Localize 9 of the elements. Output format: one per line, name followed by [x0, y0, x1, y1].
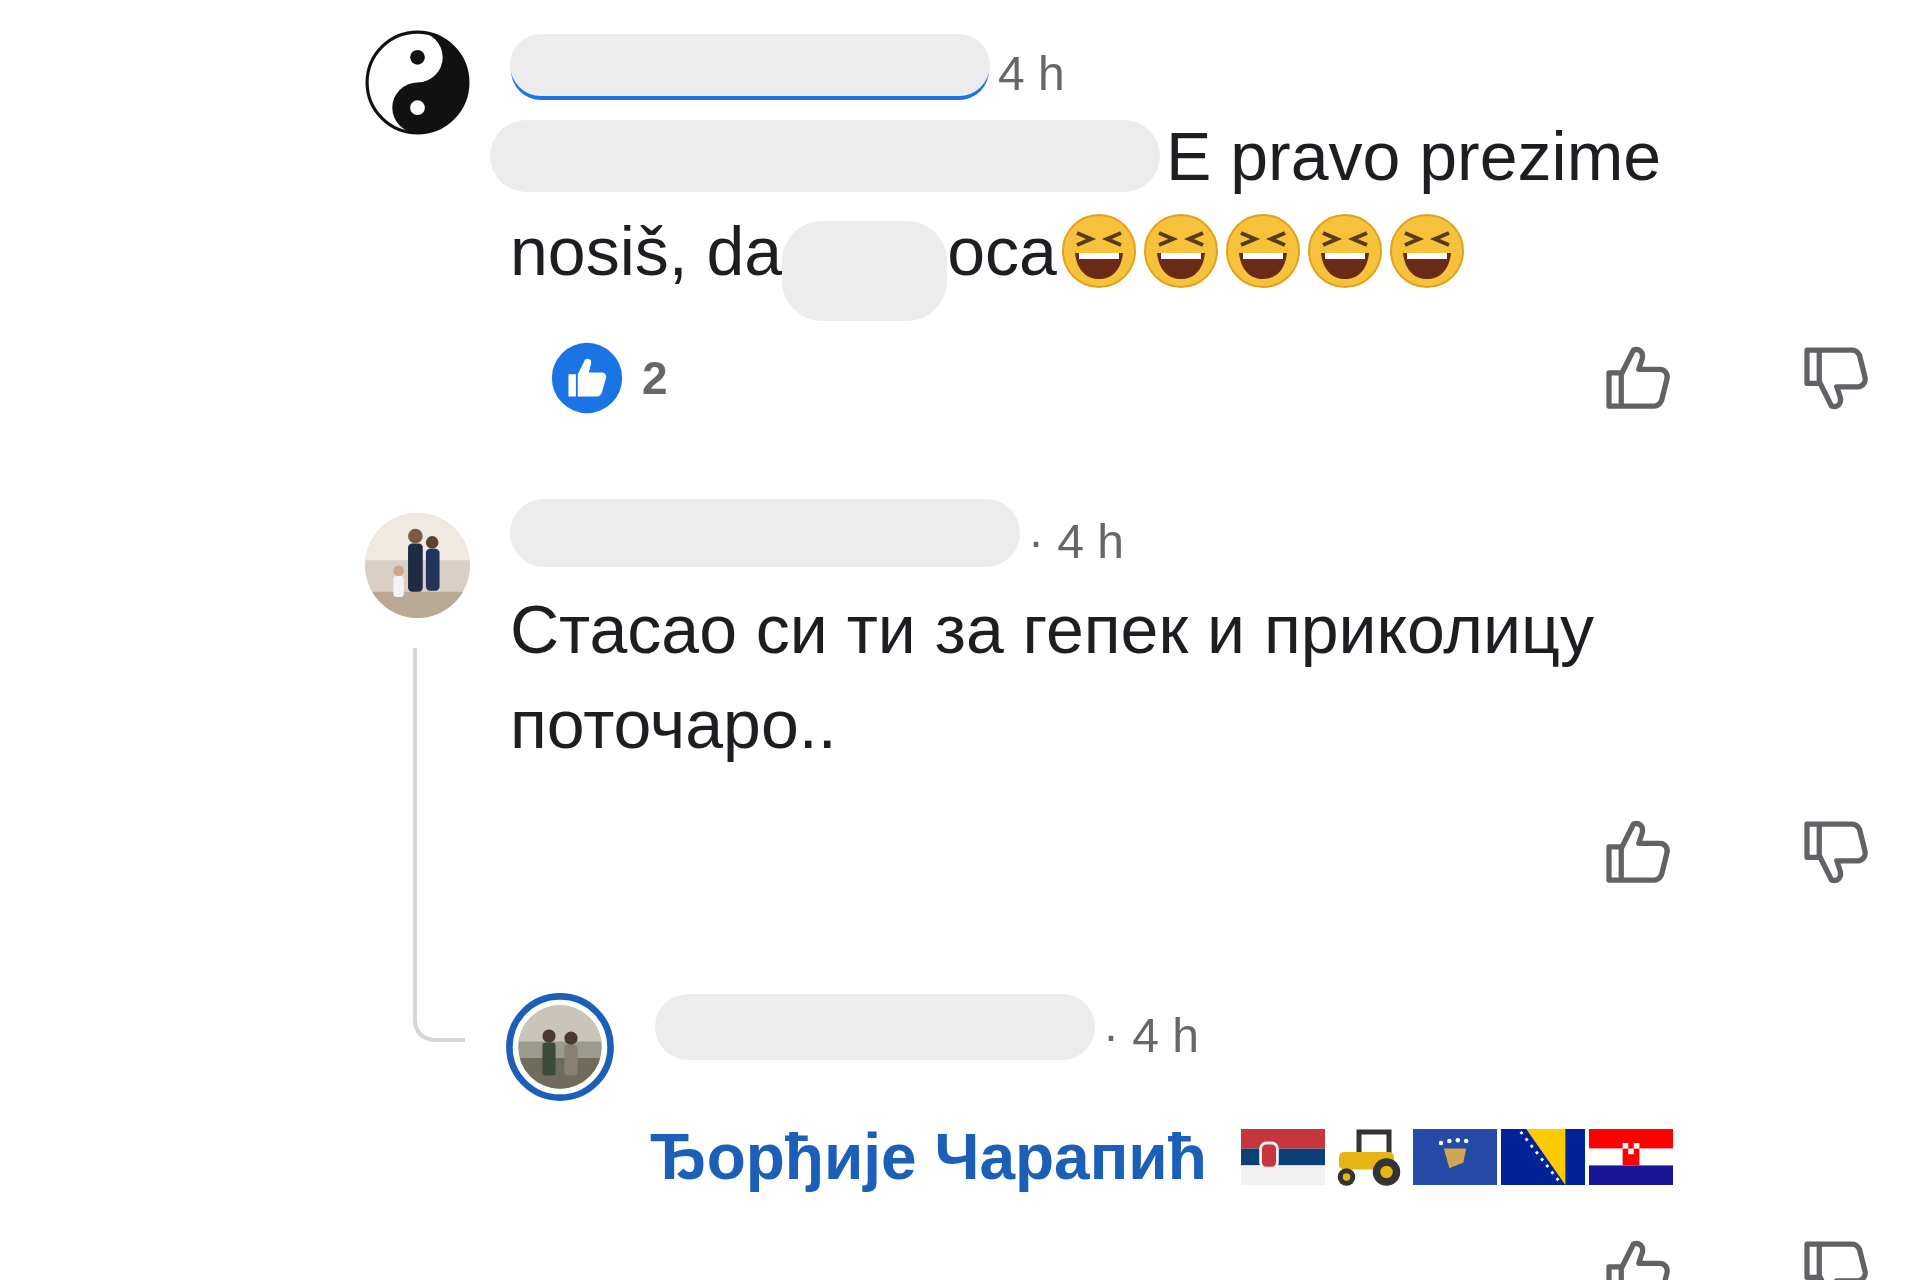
comment-time: · 4 h	[1028, 513, 1125, 569]
comment-text: nosiš, da	[510, 211, 783, 290]
comment-text: oca	[947, 211, 1057, 290]
comment-text: Стасао си ти за гепек и приколицу поточаро..	[510, 590, 1595, 764]
mention-link[interactable]: Ђорђије Чарапић	[650, 1120, 1207, 1194]
comment-time: · 4 h	[1103, 1007, 1200, 1063]
reaction-count[interactable]: 2	[642, 351, 668, 405]
comment-text: E pravo prezime	[1166, 116, 1662, 195]
comment-time: 4 h	[998, 45, 1065, 101]
